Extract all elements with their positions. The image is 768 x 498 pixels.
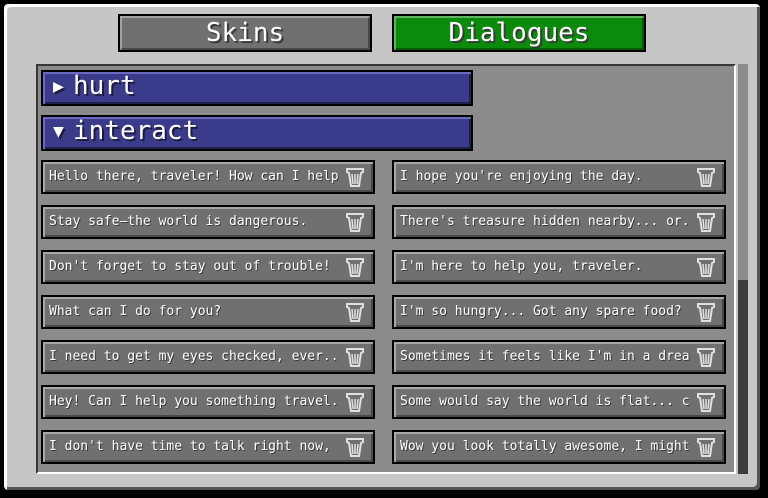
trash-can-icon[interactable] (343, 345, 367, 369)
dialogue-item[interactable]: Wow you look totally awesome, I might... (392, 430, 726, 464)
scrollbar-thumb[interactable] (738, 280, 748, 474)
dialogue-text: I hope you're enjoying the day. (400, 169, 643, 184)
tab-dialogues[interactable]: Dialogues (392, 14, 646, 52)
dialogue-item[interactable]: Don't forget to stay out of trouble! (41, 250, 375, 284)
trash-can-icon[interactable] (694, 435, 718, 459)
dialogue-text: There's treasure hidden nearby... or... (400, 214, 690, 229)
trash-can-icon[interactable] (343, 255, 367, 279)
group-name: hurt (73, 71, 136, 101)
group-header-hurt[interactable]: ▶ hurt (41, 70, 473, 106)
trash-can-icon[interactable] (694, 300, 718, 324)
dialogue-text: I'm so hungry... Got any spare food? (400, 304, 682, 319)
dialogue-text: I'm here to help you, traveler. (400, 259, 643, 274)
dialogue-item[interactable]: Some would say the world is flat... ca..… (392, 385, 726, 419)
trash-can-icon[interactable] (343, 300, 367, 324)
dialogue-item[interactable]: Hey! Can I help you something travel... (41, 385, 375, 419)
dialogue-text: Some would say the world is flat... ca..… (400, 394, 690, 409)
dialogue-item[interactable]: Hello there, traveler! How can I help... (41, 160, 375, 194)
triangle-down-icon: ▼ (53, 121, 64, 142)
dialogue-item[interactable]: Stay safe—the world is dangerous. (41, 205, 375, 239)
triangle-right-icon: ▶ (53, 76, 64, 97)
group-header-interact[interactable]: ▼ interact (41, 115, 473, 151)
trash-can-icon[interactable] (694, 345, 718, 369)
dialogue-text: Sometimes it feels like I'm in a dream. … (400, 349, 690, 364)
dialogue-text: Hello there, traveler! How can I help... (49, 169, 339, 184)
dialogue-text: What can I do for you? (49, 304, 222, 319)
dialogue-text: I don't have time to talk right now, I'm… (49, 439, 339, 454)
dialogue-item[interactable]: I'm here to help you, traveler. (392, 250, 726, 284)
trash-can-icon[interactable] (694, 210, 718, 234)
trash-can-icon[interactable] (343, 165, 367, 189)
dialogue-item[interactable]: What can I do for you? (41, 295, 375, 329)
dialogue-text: I need to get my eyes checked, ever... (49, 349, 339, 364)
dialogue-text: Stay safe—the world is dangerous. (49, 214, 308, 229)
trash-can-icon[interactable] (343, 435, 367, 459)
dialogue-item[interactable]: I hope you're enjoying the day. (392, 160, 726, 194)
trash-can-icon[interactable] (343, 210, 367, 234)
trash-can-icon[interactable] (343, 390, 367, 414)
dialogue-text: Don't forget to stay out of trouble! (49, 259, 331, 274)
group-name: interact (73, 116, 199, 146)
dialogue-item[interactable]: There's treasure hidden nearby... or... (392, 205, 726, 239)
scrollbar[interactable] (738, 64, 748, 474)
dialogue-text: Wow you look totally awesome, I might... (400, 439, 690, 454)
dialogue-item[interactable]: I need to get my eyes checked, ever... (41, 340, 375, 374)
tab-skins[interactable]: Skins (118, 14, 372, 52)
trash-can-icon[interactable] (694, 390, 718, 414)
dialogue-item[interactable]: I'm so hungry... Got any spare food? (392, 295, 726, 329)
trash-can-icon[interactable] (694, 255, 718, 279)
dialogue-item[interactable]: I don't have time to talk right now, I'm… (41, 430, 375, 464)
dialogue-text: Hey! Can I help you something travel... (49, 394, 339, 409)
dialogue-item[interactable]: Sometimes it feels like I'm in a dream. … (392, 340, 726, 374)
trash-can-icon[interactable] (694, 165, 718, 189)
